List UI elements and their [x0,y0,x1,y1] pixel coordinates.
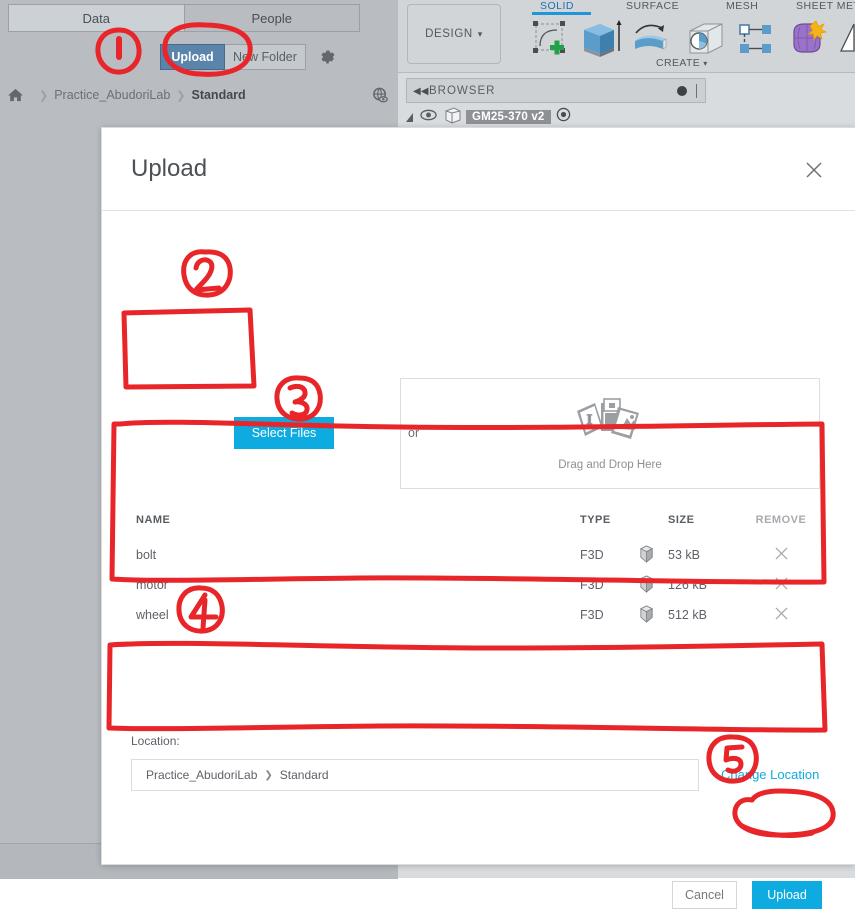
target-dot-icon[interactable] [556,107,571,127]
component-cube-icon [443,106,463,129]
tab-mesh[interactable]: MESH [726,0,758,12]
dialog-header: Upload [102,128,855,211]
tab-people-label: People [251,10,292,26]
breadcrumb-separator-2: ❯ [176,89,186,102]
create-dropdown[interactable]: CREATE ▾ [656,57,708,69]
documents-stack-icon: I [573,397,647,454]
ribbon-tabstrip: SOLID SURFACE MESH SHEET METAL [518,0,855,72]
data-panel-actions: Upload New Folder [160,42,338,72]
f3d-cube-icon [638,544,668,566]
file-name-cell: bolt [136,548,157,562]
data-panel-tabs: Data People [8,4,360,32]
drag-and-drop-label: Drag and Drop Here [558,458,662,471]
file-size-cell: 126 kB [668,578,707,592]
column-header-name: NAME [136,514,171,526]
drag-and-drop-zone[interactable]: I Drag and Drop Here [400,378,820,489]
upload-dialog: Upload Select Files or I Drag and Drop H… [101,127,855,909]
location-label: Location: [131,734,180,748]
remove-file-button[interactable] [746,577,816,593]
eye-icon[interactable] [420,108,437,126]
create-dropdown-label: CREATE [656,57,701,69]
change-location-link[interactable]: Change Location [721,767,819,782]
file-size-cell: 512 kB [668,608,707,622]
file-name-cell: wheel [136,608,169,622]
design-workspace-label: DESIGN [425,28,473,40]
active-tab-underline [532,12,591,15]
f3d-cube-icon [638,574,668,596]
column-header-type: TYPE [580,514,611,526]
browser-resize-handle[interactable] [696,84,697,98]
new-folder-button[interactable]: New Folder [225,44,306,70]
close-icon[interactable] [802,158,826,182]
table-row: motor F3D 126 kB [130,570,822,600]
svg-text:I: I [587,412,593,428]
breadcrumb-item-folder[interactable]: Standard [191,88,245,102]
cancel-button[interactable]: Cancel [672,881,737,909]
dialog-title: Upload [131,155,208,182]
ribbon-toolbar: DESIGN ▾ SOLID SURFACE MESH SHEET METAL [398,0,855,73]
table-row: wheel F3D 512 kB [130,600,822,630]
upload-button[interactable]: Upload [752,881,822,909]
file-name-cell: motor [136,578,168,592]
location-separator: ❯ [264,769,273,781]
table-row: bolt F3D 53 kB [130,540,822,570]
tab-surface[interactable]: SURFACE [626,0,679,12]
tab-people[interactable]: People [183,4,360,32]
file-type-cell: F3D [580,608,604,622]
remove-file-button[interactable] [746,607,816,623]
column-header-remove: REMOVE [755,514,807,526]
cancel-button-label: Cancel [685,888,724,902]
file-size-cell: 53 kB [668,548,700,562]
location-leaf: Standard [279,768,329,782]
select-files-button[interactable]: Select Files [234,417,334,449]
remove-file-button[interactable] [746,547,816,563]
browser-panel-header[interactable]: ◀◀ BROWSER [406,78,706,103]
chevron-down-icon: ▾ [477,28,483,39]
chevron-down-icon-create: ▾ [703,59,708,68]
tab-sheet-metal[interactable]: SHEET METAL [796,0,855,12]
gear-icon[interactable] [318,47,338,67]
extrude-icon[interactable] [578,18,622,63]
form-icon[interactable] [786,18,828,63]
mirror-icon[interactable] [836,19,855,62]
new-folder-button-label: New Folder [233,50,297,64]
tab-solid[interactable]: SOLID [540,0,574,12]
column-header-size: SIZE [668,514,695,526]
browser-tree-node[interactable]: GM25-370 v2 [406,106,571,129]
home-icon[interactable] [8,88,23,102]
create-sketch-icon[interactable] [530,18,570,63]
location-input[interactable]: Practice_AbudoriLab ❯ Standard [131,759,699,791]
file-list-table: NAME TYPE SIZE REMOVE bolt F3D 53 kB mot… [130,504,822,630]
location-root: Practice_AbudoriLab [146,768,258,782]
table-header-row: NAME TYPE SIZE REMOVE [130,504,822,536]
file-type-cell: F3D [580,548,604,562]
upload-button-panel-label: Upload [171,50,214,64]
select-files-button-label: Select Files [251,426,317,440]
file-type-cell: F3D [580,578,604,592]
breadcrumb-separator-1: ❯ [39,89,49,102]
upload-button-label: Upload [767,888,807,902]
f3d-cube-icon [638,604,668,626]
globe-eye-icon[interactable] [370,84,390,106]
design-workspace-menu[interactable]: DESIGN ▾ [407,4,501,64]
breadcrumb: ❯ Practice_AbudoriLab ❯ Standard [8,84,390,106]
upload-button-panel[interactable]: Upload [160,44,225,70]
browser-panel-title: BROWSER [429,84,496,97]
minus-circle-icon[interactable] [677,86,687,96]
pattern-icon[interactable] [736,20,778,63]
double-left-arrow-icon[interactable]: ◀◀ [413,86,428,97]
tab-data-label: Data [82,10,110,26]
expand-triangle-icon[interactable] [406,112,413,122]
breadcrumb-item-project[interactable]: Practice_AbudoriLab [54,88,170,102]
tab-data[interactable]: Data [8,4,184,32]
browser-node-label[interactable]: GM25-370 v2 [466,110,551,124]
